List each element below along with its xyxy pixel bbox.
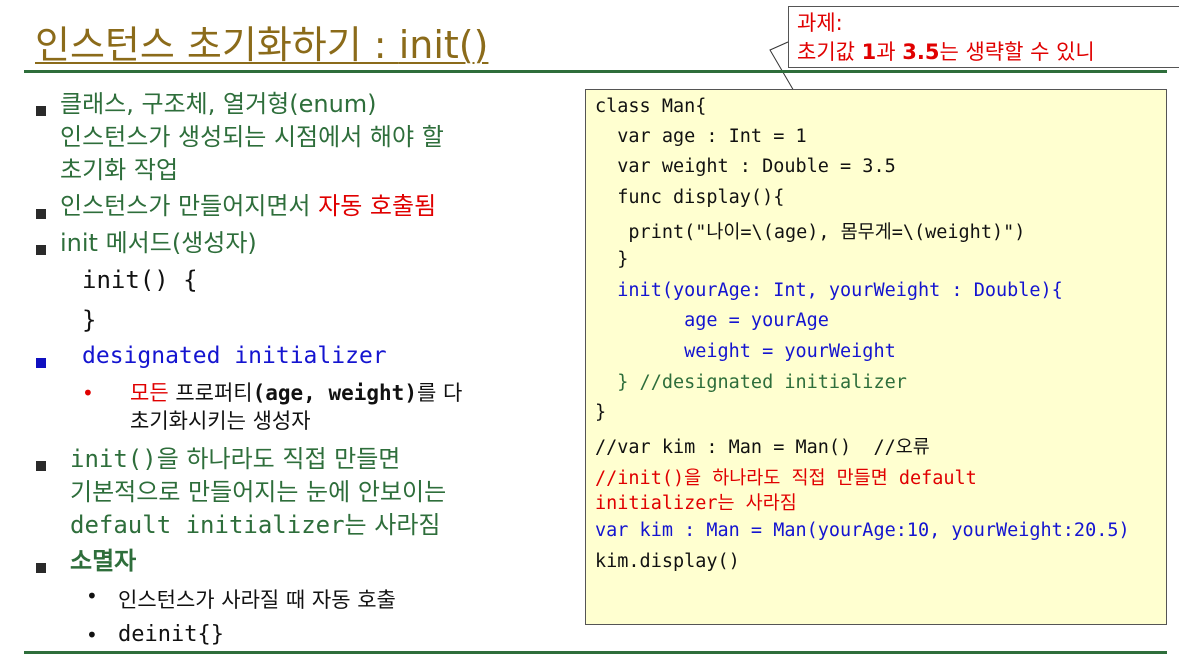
code-line: init(yourAge: Int, yourWeight : Double){ [595,280,1063,301]
title-divider [24,70,1167,73]
code-line: //init()을 하나라도 직접 만들면 default [595,468,977,489]
code-line: var age : Int = 1 [595,126,807,147]
sub-bullet-dot: • [86,623,98,647]
code-line: kim.display() [595,551,740,572]
deinit-code: deinit{} [118,622,224,647]
bullet-init-method: init 메서드(생성자) [60,229,257,257]
code-panel: class Man{ var age : Int = 1 var weight … [585,89,1167,625]
code-line: } [595,249,629,270]
task-label: 과제: [797,11,843,35]
code-line: } //designated initializer [595,372,907,393]
bullet-marker [36,204,46,223]
code-line: var weight : Double = 3.5 [595,156,896,177]
deinit-desc: 인스턴스가 사라질 때 자동 호출 [118,588,396,612]
bullet-marker [36,240,46,259]
code-line: var kim : Man = Man(yourAge:10, yourWeig… [595,520,1130,541]
task-callout: 과제: 초기값 1과 3.5는 생략할 수 있니 [788,6,1179,68]
code-line: class Man{ [595,96,707,117]
bullet-types: 클래스, 구조체, 열거형(enum) 인스턴스가 생성되는 시점에서 해야 할… [60,90,444,184]
sub-bullet-dot: • [82,381,94,405]
code-line: print("나이=\(age), 몸무게=\(weight)") [595,222,1026,243]
bullet-default-init: init()을 하나라도 직접 만들면 기본적으로 만들어지는 눈에 안보이는 … [70,445,447,539]
code-line: func display(){ [595,187,785,208]
code-line: initializer는 사라짐 [595,493,797,514]
bullet-designated: designated initializer [82,343,387,369]
init-code-close: } [82,306,97,334]
page-title: 인스턴스 초기화하기 : init() [35,23,489,67]
bullet-auto-call: 인스턴스가 만들어지면서 자동 호출됨 [60,192,437,220]
code-line: age = yourAge [595,310,829,331]
bullet-marker [36,456,46,475]
bullet-marker [36,101,46,120]
task-question: 초기값 1과 3.5는 생략할 수 있니 [797,40,1095,64]
designated-desc: 모든 프로퍼티(age, weight)를 다 초기화시키는 생성자 [130,381,463,433]
bullet-deinit: 소멸자 [70,547,137,575]
code-line: } [595,402,607,423]
footer-divider [24,651,1167,654]
code-line: weight = yourWeight [595,341,896,362]
init-code-open: init() { [82,266,198,294]
code-line: //var kim : Man = Man() //오류 [595,437,930,458]
bullet-marker [36,558,46,577]
sub-bullet-dot: • [86,584,98,608]
bullet-marker [36,353,46,372]
